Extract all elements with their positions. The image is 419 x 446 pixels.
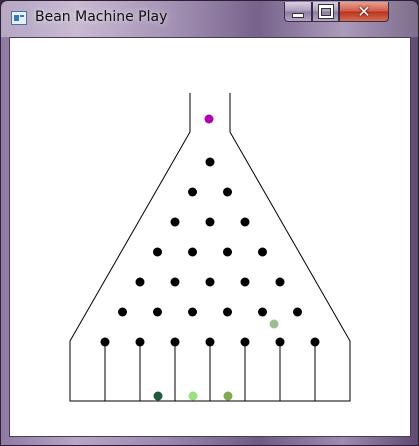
peg — [188, 247, 197, 257]
close-button[interactable]: ✕ — [339, 2, 389, 22]
peg — [240, 337, 250, 347]
peg — [223, 307, 232, 317]
balls-layer — [153, 114, 279, 401]
peg — [170, 337, 180, 347]
peg — [310, 337, 320, 347]
title-bar[interactable]: Bean Machine Play ✕ — [1, 1, 418, 37]
peg — [275, 337, 285, 347]
landed-ball — [188, 391, 198, 401]
peg — [205, 337, 215, 347]
maximize-icon — [318, 5, 333, 18]
peg — [240, 277, 250, 287]
bean-machine-board — [69, 93, 351, 402]
peg — [205, 277, 215, 287]
peg — [100, 337, 110, 347]
peg — [293, 307, 302, 317]
peg — [258, 247, 267, 257]
minimize-button[interactable] — [284, 2, 312, 22]
peg — [170, 277, 180, 287]
app-window: Bean Machine Play ✕ — [0, 0, 419, 446]
bouncing-ball — [269, 319, 279, 329]
peg — [205, 157, 215, 167]
peg — [153, 307, 162, 317]
peg — [135, 337, 145, 347]
peg — [118, 307, 127, 317]
machine-frame — [69, 93, 351, 402]
peg-grid — [100, 157, 320, 347]
peg — [135, 277, 145, 287]
peg — [240, 217, 250, 227]
landed-ball — [223, 391, 233, 401]
peg — [188, 187, 197, 197]
landed-ball — [153, 391, 163, 401]
peg — [170, 217, 180, 227]
window-title: Bean Machine Play — [35, 9, 168, 25]
minimize-icon — [292, 13, 304, 18]
peg — [153, 247, 162, 257]
peg — [223, 187, 232, 197]
bean-machine-canvas — [9, 37, 411, 437]
peg — [275, 277, 285, 287]
peg — [258, 307, 267, 317]
falling-ball — [204, 114, 214, 124]
close-icon: ✕ — [357, 1, 371, 21]
peg — [188, 307, 197, 317]
app-window-icon[interactable] — [11, 11, 27, 25]
maximize-button[interactable] — [312, 2, 339, 22]
peg — [223, 247, 232, 257]
peg — [205, 217, 215, 227]
